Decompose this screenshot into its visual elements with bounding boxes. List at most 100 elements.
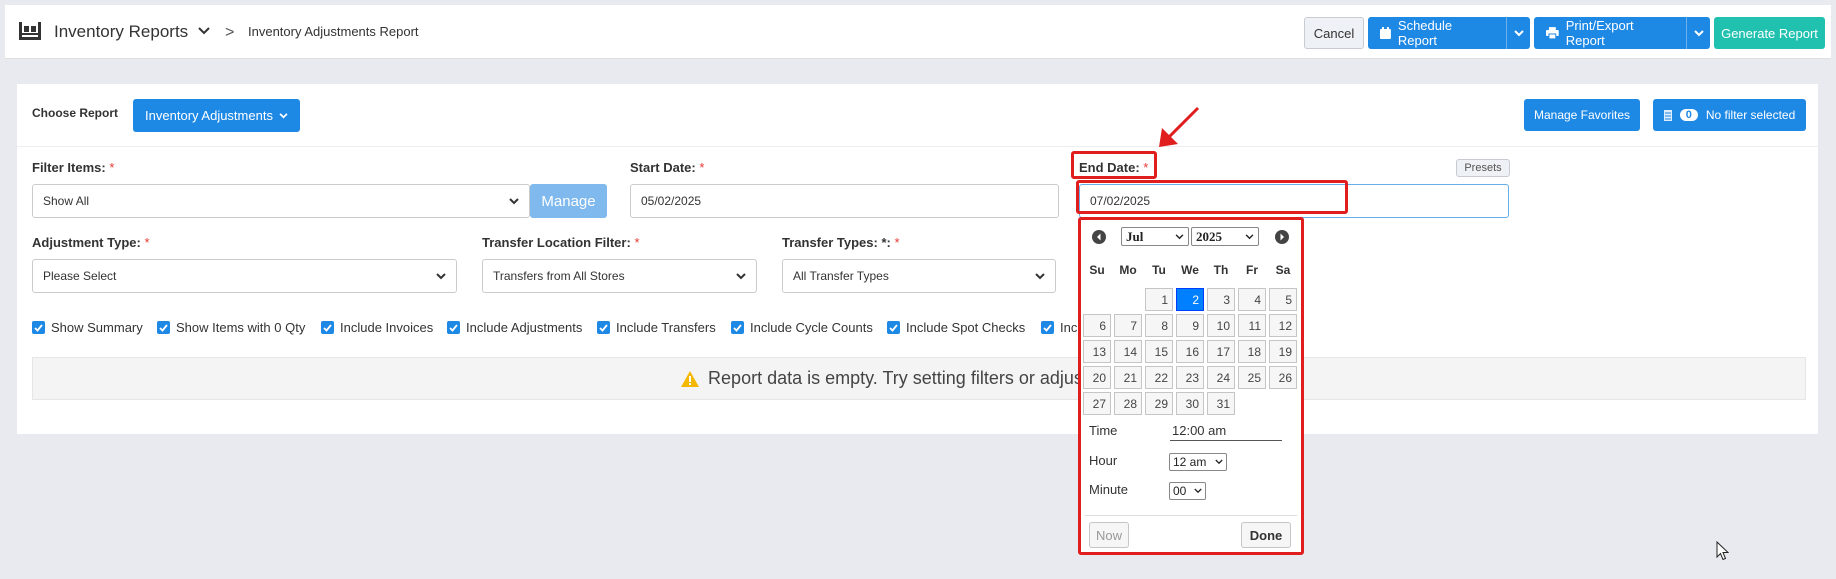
calendar-day[interactable]: 12 [1269, 314, 1297, 337]
weekday-header: Su [1089, 263, 1105, 277]
chevron-down-icon [1035, 272, 1045, 279]
checkbox-label: Include Transfers [616, 320, 716, 335]
calendar-day[interactable]: 15 [1145, 340, 1173, 363]
printer-icon [1546, 27, 1559, 39]
manage-button[interactable]: Manage [530, 184, 607, 218]
checkbox-checked-icon [157, 321, 170, 334]
chevron-down-icon[interactable] [198, 27, 210, 35]
filter-status-button[interactable]: 0 No filter selected [1653, 99, 1806, 131]
checkbox-include-spot-checks[interactable]: Include Spot Checks [887, 320, 1025, 335]
transfer-types-select[interactable]: All Transfer Types [782, 259, 1056, 293]
month-select[interactable]: Jul [1121, 227, 1189, 246]
next-month-icon[interactable] [1275, 230, 1289, 244]
checkbox-include-transfers[interactable]: Include Transfers [597, 320, 716, 335]
transfer-types-value: All Transfer Types [793, 269, 889, 283]
checkbox-include-adjustments[interactable]: Include Adjustments [447, 320, 582, 335]
calendar-day[interactable]: 27 [1083, 392, 1111, 415]
calendar-day[interactable]: 16 [1176, 340, 1204, 363]
calendar-day[interactable]: 14 [1114, 340, 1142, 363]
print-dropdown-toggle[interactable] [1686, 17, 1710, 49]
checkbox-include-other[interactable]: Inc [1041, 320, 1077, 335]
calendar-day[interactable]: 7 [1114, 314, 1142, 337]
chevron-down-icon [1245, 233, 1254, 239]
filter-items-label: Filter Items: * [32, 160, 115, 175]
breadcrumb: Inventory Adjustments Report [248, 24, 419, 39]
checkbox-include-cycle-counts[interactable]: Include Cycle Counts [731, 320, 873, 335]
calendar-day[interactable]: 9 [1176, 314, 1204, 337]
calendar-day[interactable]: 8 [1145, 314, 1173, 337]
checkbox-include-invoices[interactable]: Include Invoices [321, 320, 433, 335]
presets-button[interactable]: Presets [1456, 159, 1510, 177]
calendar-day[interactable]: 30 [1176, 392, 1204, 415]
end-date-input[interactable]: 07/02/2025 [1079, 184, 1509, 218]
hour-select[interactable]: 12 am [1169, 453, 1227, 471]
weekday-header: Mo [1119, 263, 1137, 277]
adjustment-type-select[interactable]: Please Select [32, 259, 457, 293]
schedule-dropdown-toggle[interactable] [1506, 17, 1530, 49]
calendar-day[interactable]: 10 [1207, 314, 1235, 337]
done-button[interactable]: Done [1241, 522, 1291, 548]
calendar-day[interactable]: 24 [1207, 366, 1235, 389]
manage-favorites-button[interactable]: Manage Favorites [1524, 99, 1640, 131]
print-export-button[interactable]: Print/Export Report [1534, 17, 1710, 49]
minute-value: 00 [1173, 484, 1187, 498]
calendar-day[interactable]: 25 [1238, 366, 1266, 389]
calendar-day[interactable]: 21 [1114, 366, 1142, 389]
start-date-value: 05/02/2025 [641, 194, 702, 208]
calendar-day[interactable]: 22 [1145, 366, 1173, 389]
chevron-down-icon [279, 112, 288, 118]
calendar-day[interactable]: 26 [1269, 366, 1297, 389]
calendar-day[interactable]: 6 [1083, 314, 1111, 337]
end-date-datepicker: Jul 2025 Su Mo Tu We Th Fr Sa 1 2 3 4 5 … [1081, 221, 1301, 552]
now-label: Now [1095, 527, 1122, 543]
year-select[interactable]: 2025 [1191, 227, 1259, 246]
filter-items-select[interactable]: Show All [32, 184, 530, 218]
now-button[interactable]: Now [1089, 522, 1129, 548]
calendar-day[interactable]: 17 [1207, 340, 1235, 363]
checkbox-checked-icon [597, 321, 610, 334]
filter-list-icon [1663, 109, 1672, 121]
calendar-day[interactable]: 18 [1238, 340, 1266, 363]
prev-month-icon[interactable] [1092, 230, 1106, 244]
transfer-location-select[interactable]: Transfers from All Stores [482, 259, 757, 293]
start-date-input[interactable]: 05/02/2025 [630, 184, 1059, 218]
checkbox-show-items-zero-qty[interactable]: Show Items with 0 Qty [157, 320, 305, 335]
calendar-day[interactable]: 4 [1238, 288, 1266, 311]
weekday-header: Sa [1275, 263, 1291, 277]
generate-report-button[interactable]: Generate Report [1714, 17, 1825, 49]
checkbox-show-summary[interactable]: Show Summary [32, 320, 143, 335]
chevron-down-icon [1175, 233, 1184, 239]
calendar-day[interactable]: 29 [1145, 392, 1173, 415]
year-value: 2025 [1196, 228, 1222, 244]
transfer-location-value: Transfers from All Stores [493, 269, 625, 283]
chevron-down-icon [1194, 488, 1202, 494]
calendar-day-selected[interactable]: 2 [1176, 288, 1204, 311]
weekday-header: Th [1213, 263, 1229, 277]
calendar-day[interactable]: 31 [1207, 392, 1235, 415]
app-title[interactable]: Inventory Reports [54, 22, 188, 42]
calendar-day[interactable]: 20 [1083, 366, 1111, 389]
breadcrumb-separator: > [225, 24, 235, 41]
chevron-down-icon [1215, 459, 1223, 465]
calendar-day[interactable]: 28 [1114, 392, 1142, 415]
adjustment-type-label: Adjustment Type: * [32, 235, 150, 250]
calendar-day[interactable]: 13 [1083, 340, 1111, 363]
calendar-day[interactable]: 11 [1238, 314, 1266, 337]
presets-label: Presets [1464, 162, 1502, 174]
choose-report-dropdown[interactable]: Inventory Adjustments [133, 99, 300, 132]
checkbox-label: Include Invoices [340, 320, 434, 335]
calendar-day[interactable]: 19 [1269, 340, 1297, 363]
calendar-day[interactable]: 3 [1207, 288, 1235, 311]
chevron-down-icon [1693, 29, 1704, 36]
calendar-day[interactable]: 23 [1176, 366, 1204, 389]
chevron-down-icon [509, 197, 519, 204]
schedule-report-button[interactable]: Schedule Report [1368, 17, 1530, 49]
minute-label: Minute [1089, 482, 1129, 497]
minute-select[interactable]: 00 [1169, 482, 1206, 500]
calendar-day[interactable]: 1 [1145, 288, 1173, 311]
cancel-button[interactable]: Cancel [1304, 17, 1364, 49]
mouse-cursor-icon [1716, 541, 1729, 561]
calendar-day[interactable]: 5 [1269, 288, 1297, 311]
datepicker-divider [1085, 515, 1297, 516]
weekday-header: We [1181, 263, 1199, 277]
